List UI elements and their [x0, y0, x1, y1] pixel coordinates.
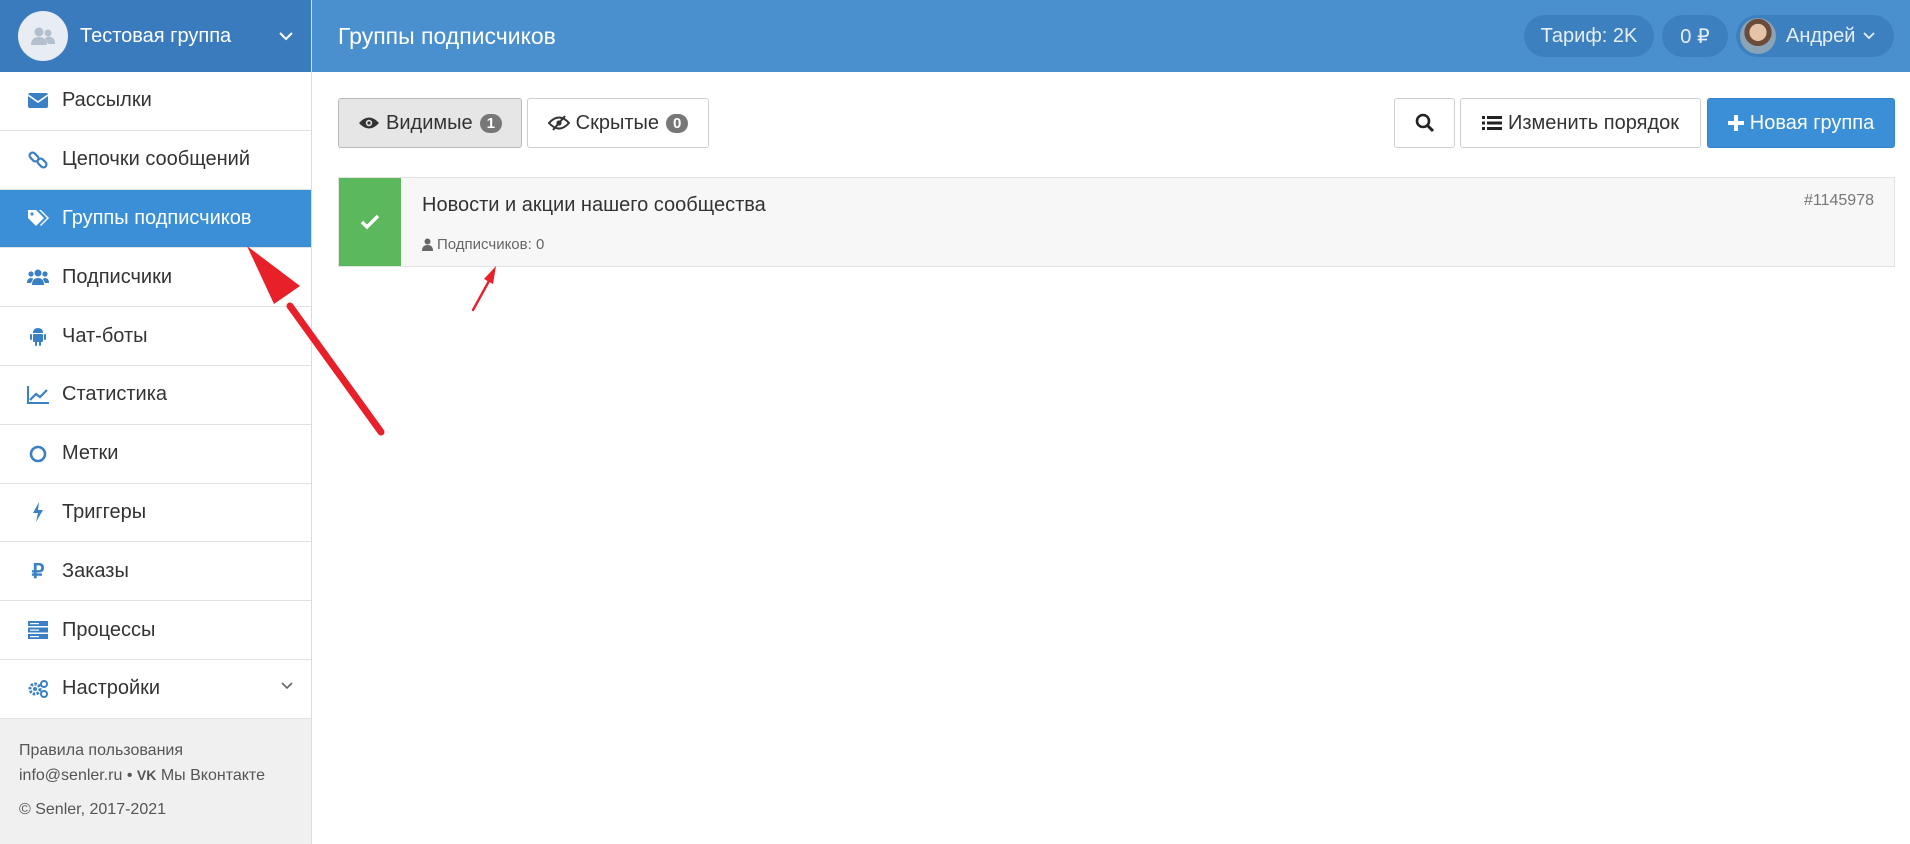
- sidebar-item-label: Группы подписчиков: [62, 206, 252, 229]
- vk-icon: VK: [136, 766, 157, 783]
- reorder-button[interactable]: Изменить порядок: [1460, 98, 1701, 148]
- sidebar-item-label: Подписчики: [62, 265, 173, 288]
- check-icon: [360, 214, 380, 230]
- footer-separator: •: [126, 766, 133, 784]
- users-icon: [31, 27, 55, 45]
- page-title: Группы подписчиков: [338, 23, 556, 49]
- android-icon: [27, 325, 49, 347]
- sidebar-item-mailings[interactable]: Рассылки: [0, 72, 311, 131]
- group-avatar: [18, 11, 68, 61]
- circle-icon: [27, 443, 49, 465]
- new-group-label: Новая группа: [1749, 111, 1875, 134]
- subscriber-count-text: Подписчиков: 0: [437, 236, 545, 253]
- ruble-icon: ₽: [31, 560, 45, 583]
- sidebar-item-label: Метки: [62, 442, 119, 465]
- sidebar-item-statistics[interactable]: Статистика: [0, 366, 311, 425]
- sidebar-item-label: Триггеры: [62, 500, 147, 523]
- sidebar-item-chains[interactable]: Цепочки сообщений: [0, 131, 311, 190]
- group-name[interactable]: Новости и акции нашего сообщества: [422, 194, 766, 217]
- chain-icon: [27, 149, 49, 171]
- sidebar-menu: Рассылки Цепочки сообщений Группы подпис…: [0, 72, 311, 719]
- top-bar: Группы подписчиков Тариф: 2K 0 ₽ Андрей: [312, 0, 1910, 72]
- balance-button[interactable]: 0 ₽: [1662, 15, 1728, 57]
- sidebar-item-label: Заказы: [62, 559, 129, 582]
- avatar: [1740, 18, 1776, 54]
- vk-link[interactable]: Мы Вконтакте: [161, 767, 265, 784]
- user-name: Андрей: [1786, 24, 1856, 47]
- chevron-down-icon: [279, 31, 293, 40]
- user-icon: [422, 238, 433, 251]
- group-switcher[interactable]: Тестовая группа: [0, 0, 311, 72]
- tab-hidden[interactable]: Скрытые 0: [527, 98, 709, 148]
- sidebar-footer: Правила пользования info@senler.ru • VK …: [0, 719, 311, 842]
- tab-visible-label: Видимые: [386, 111, 473, 134]
- sidebar-item-settings[interactable]: Настройки: [0, 660, 311, 719]
- tab-hidden-label: Скрытые: [575, 111, 659, 134]
- sidebar-item-triggers[interactable]: Триггеры: [0, 484, 311, 543]
- chevron-down-icon: [281, 682, 293, 690]
- sidebar-item-orders[interactable]: ₽ Заказы: [0, 542, 311, 602]
- tags-icon: [27, 207, 49, 229]
- sidebar-item-label: Процессы: [62, 618, 156, 641]
- group-card[interactable]: Новости и акции нашего сообщества Подпис…: [338, 177, 1895, 267]
- sidebar-item-processes[interactable]: Процессы: [0, 601, 311, 660]
- sidebar-item-chatbots[interactable]: Чат-боты: [0, 307, 311, 366]
- sidebar-item-label: Статистика: [62, 383, 168, 406]
- copyright: © Senler, 2017-2021: [19, 800, 167, 818]
- cogs-icon: [27, 678, 49, 700]
- sidebar-item-label: Цепочки сообщений: [62, 148, 250, 171]
- sidebar-item-label: Рассылки: [62, 89, 152, 112]
- visible-count-badge: 1: [479, 113, 502, 133]
- chevron-down-icon: [1863, 32, 1876, 40]
- hidden-count-badge: 0: [666, 113, 689, 133]
- plus-icon: [1727, 115, 1744, 131]
- email-link[interactable]: info@senler.ru: [19, 767, 122, 784]
- bolt-icon: [27, 501, 49, 523]
- subscriber-count: Подписчиков: 0: [422, 236, 544, 253]
- annotation-arrow-small: [471, 266, 496, 312]
- server-icon: [27, 619, 49, 641]
- group-name: Тестовая группа: [80, 24, 232, 47]
- search-icon: [1415, 113, 1434, 133]
- eye-icon: [358, 116, 380, 130]
- new-group-button[interactable]: Новая группа: [1707, 98, 1895, 148]
- reorder-label: Изменить порядок: [1508, 111, 1679, 134]
- list-icon: [1482, 115, 1502, 131]
- group-id: #1145978: [1804, 192, 1874, 209]
- sidebar-item-label: Чат-боты: [62, 324, 148, 347]
- line-chart-icon: [27, 384, 49, 406]
- eye-slash-icon: [547, 115, 570, 131]
- search-button[interactable]: [1394, 98, 1455, 148]
- terms-link[interactable]: Правила пользования: [19, 742, 183, 759]
- envelope-icon: [27, 90, 49, 112]
- sidebar-item-subscribers[interactable]: Подписчики: [0, 248, 311, 308]
- users-icon: [27, 266, 49, 288]
- group-status: [339, 178, 401, 266]
- sidebar-item-tags[interactable]: Метки: [0, 425, 311, 484]
- user-menu[interactable]: Андрей: [1736, 15, 1894, 57]
- sidebar: Тестовая группа Рассылки Цепочки сообщен…: [0, 0, 312, 844]
- tariff-button[interactable]: Тариф: 2K: [1524, 15, 1654, 57]
- sidebar-item-label: Настройки: [62, 677, 161, 700]
- tab-visible[interactable]: Видимые 1: [338, 98, 522, 148]
- sidebar-item-subscriber-groups[interactable]: Группы подписчиков: [0, 189, 311, 249]
